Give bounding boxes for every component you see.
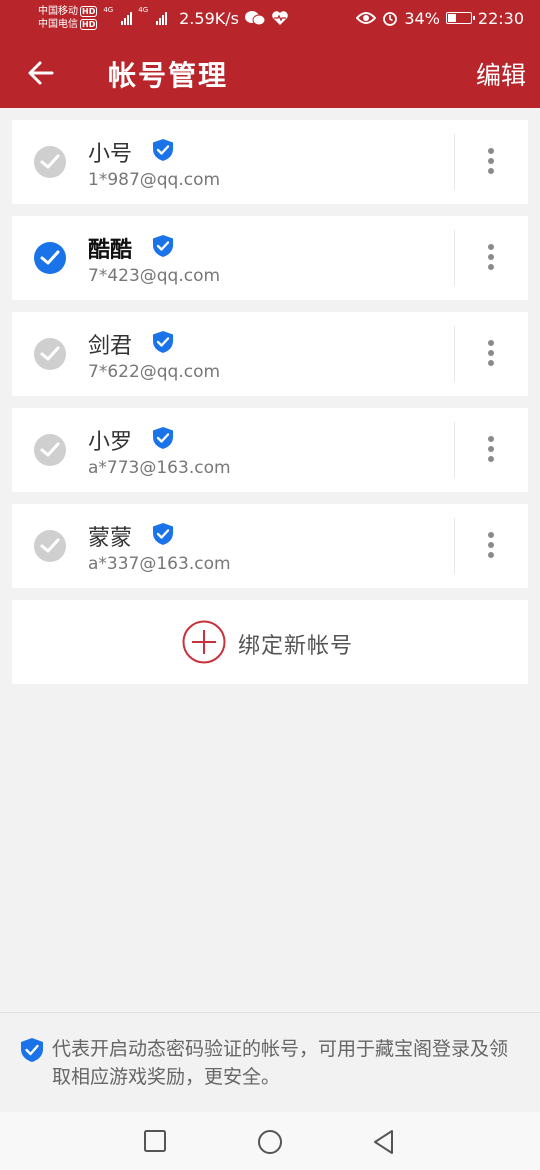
divider	[454, 518, 455, 574]
back-arrow-icon[interactable]	[26, 58, 56, 88]
account-name: 小罗	[88, 430, 133, 455]
circle-nav-icon[interactable]	[256, 1128, 284, 1156]
verified-shield-icon	[153, 139, 173, 161]
select-checkbox[interactable]	[34, 338, 66, 370]
verified-shield-icon	[21, 1038, 43, 1062]
page-title: 帐号管理	[108, 59, 229, 92]
info-note-text: 代表开启动态密码验证的帐号，可用于藏宝阁登录及领取相应游戏奖励，更安全。	[52, 1038, 509, 1088]
select-checkbox[interactable]	[34, 242, 66, 274]
checkmark-icon	[40, 250, 60, 265]
divider	[454, 326, 455, 382]
alarm-icon	[383, 12, 398, 26]
battery-icon	[445, 12, 475, 24]
checkmark-icon	[40, 154, 60, 169]
network-type-1: 4G	[103, 6, 114, 14]
hd-badge-2: HD	[80, 19, 98, 30]
checkmark-icon	[40, 346, 60, 361]
account-email: a*337@163.com	[88, 554, 231, 574]
network-type-2: 4G	[138, 6, 149, 14]
account-email: 1*987@qq.com	[88, 170, 221, 190]
more-vertical-icon[interactable]	[484, 340, 498, 370]
more-vertical-icon[interactable]	[484, 436, 498, 466]
select-checkbox[interactable]	[34, 530, 66, 562]
status-right: 34% 22:30	[356, 9, 524, 28]
health-heart-icon	[272, 11, 288, 25]
checkmark-icon	[40, 538, 60, 553]
account-name: 小号	[88, 142, 133, 167]
app-bar: 帐号管理 编辑	[0, 36, 540, 108]
bind-new-account-button[interactable]: 绑定新帐号	[12, 600, 528, 684]
account-card[interactable]: 小号 1*987@qq.com	[12, 120, 528, 204]
signal-icon-2	[156, 11, 168, 25]
verified-shield-icon	[153, 427, 173, 449]
verified-shield-icon	[153, 523, 173, 545]
more-vertical-icon[interactable]	[484, 244, 498, 274]
checkmark-icon	[40, 442, 60, 457]
plus-circle-icon	[182, 620, 226, 664]
eye-icon	[356, 12, 377, 24]
triangle-back-nav-icon[interactable]	[370, 1128, 398, 1156]
account-name: 酷酷	[88, 238, 133, 263]
hd-badge-1: HD	[80, 6, 98, 17]
account-card[interactable]: 酷酷 7*423@qq.com	[12, 216, 528, 300]
account-email: a*773@163.com	[88, 458, 231, 478]
divider	[454, 422, 455, 478]
status-left: 中国移动 HD 中国电信 HD 4G 4G 2.59K/s	[38, 5, 289, 31]
account-name: 剑君	[88, 334, 133, 359]
signal-icon-1	[121, 11, 133, 25]
account-email: 7*423@qq.com	[88, 266, 221, 286]
more-vertical-icon[interactable]	[484, 532, 498, 562]
account-email: 7*622@qq.com	[88, 362, 221, 382]
status-bar: 中国移动 HD 中国电信 HD 4G 4G 2.59K/s 34% 22:30	[0, 0, 540, 36]
select-checkbox[interactable]	[34, 434, 66, 466]
more-vertical-icon[interactable]	[484, 148, 498, 178]
divider	[454, 230, 455, 286]
edit-button[interactable]: 编辑	[476, 56, 526, 92]
wechat-icon	[244, 11, 265, 26]
bind-new-account-label: 绑定新帐号	[238, 634, 354, 659]
account-card[interactable]: 蒙蒙 a*337@163.com	[12, 504, 528, 588]
system-nav-bar	[0, 1112, 540, 1170]
verified-shield-icon	[153, 235, 173, 257]
carrier-labels: 中国移动 HD 中国电信 HD	[38, 5, 98, 31]
divider	[454, 134, 455, 190]
verified-shield-icon	[153, 331, 173, 353]
account-name: 蒙蒙	[88, 526, 133, 551]
clock: 22:30	[477, 8, 524, 28]
carrier-2: 中国电信	[38, 19, 78, 30]
account-card[interactable]: 小罗 a*773@163.com	[12, 408, 528, 492]
battery-percent: 34%	[404, 8, 440, 28]
account-card[interactable]: 剑君 7*622@qq.com	[12, 312, 528, 396]
select-checkbox[interactable]	[34, 146, 66, 178]
network-speed: 2.59K/s	[179, 8, 239, 28]
info-note: 代表开启动态密码验证的帐号，可用于藏宝阁登录及领取相应游戏奖励，更安全。	[0, 1012, 540, 1112]
square-nav-icon[interactable]	[142, 1128, 168, 1154]
carrier-1: 中国移动	[38, 6, 78, 17]
